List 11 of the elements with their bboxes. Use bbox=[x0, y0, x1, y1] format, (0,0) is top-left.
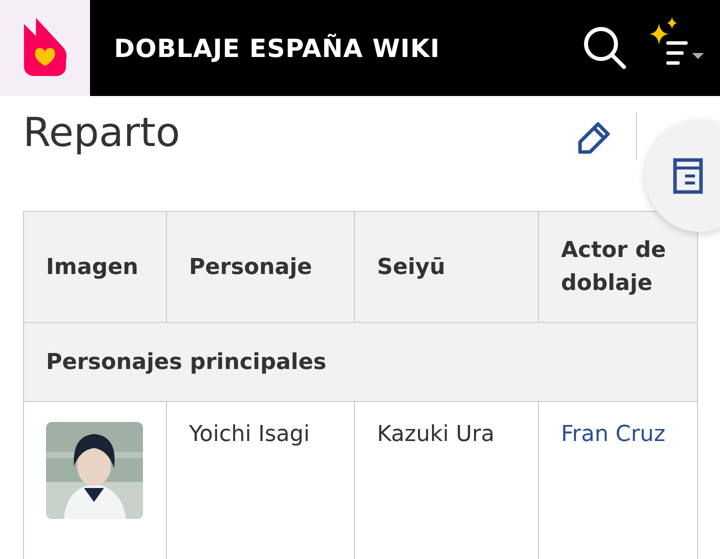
column-header: Seiyū bbox=[354, 212, 538, 322]
column-header: Imagen bbox=[24, 212, 166, 322]
logo-tile[interactable] bbox=[0, 0, 90, 96]
search-icon[interactable] bbox=[582, 25, 628, 71]
section-header: Personajes principales bbox=[24, 322, 698, 402]
actor-link[interactable]: Fran Cruz bbox=[561, 422, 666, 447]
contents-icon bbox=[673, 158, 703, 194]
site-title[interactable]: DOBLAJE ESPAÑA WIKI bbox=[114, 34, 582, 62]
page-heading: Reparto bbox=[23, 110, 182, 156]
column-header: Personaje bbox=[166, 212, 354, 322]
column-header: Actor de doblaje bbox=[538, 212, 698, 322]
